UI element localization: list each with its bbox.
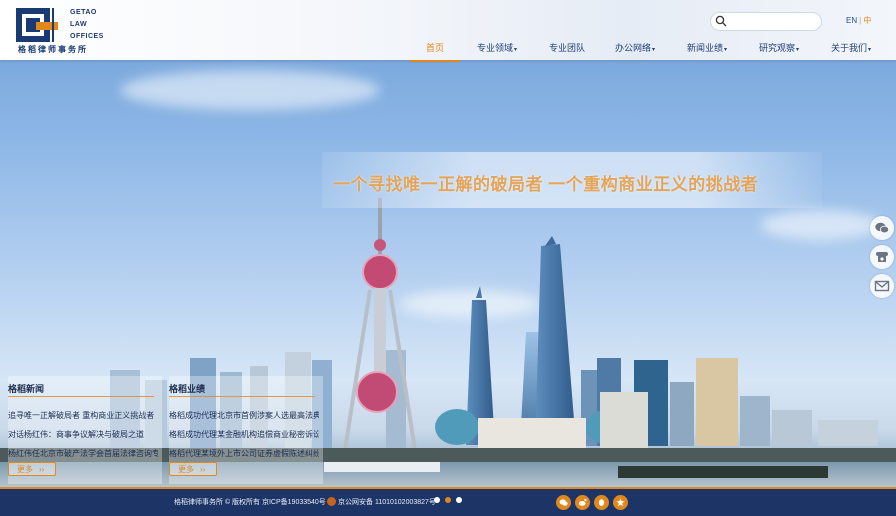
more-label: 更多	[178, 465, 194, 474]
caret-down-icon: ▾	[724, 47, 728, 53]
logo-chinese-name: 格稻律师事务所	[18, 45, 88, 54]
carousel-dot-2[interactable]	[445, 497, 451, 503]
news-more-button[interactable]: 更多 ››	[8, 462, 56, 476]
star-icon	[616, 498, 625, 507]
search-box[interactable]	[710, 12, 822, 31]
cases-panel-title: 格稻业绩	[169, 384, 206, 394]
caret-down-icon: ▾	[796, 47, 800, 53]
caret-down-icon: ▾	[652, 47, 656, 53]
nav-label: 关于我们	[830, 43, 867, 53]
side-wechat-button[interactable]	[870, 216, 894, 240]
wechat-icon	[559, 499, 568, 506]
footer-weibo-button[interactable]	[575, 495, 590, 510]
footer-wechat-button[interactable]	[556, 495, 571, 510]
logo-mark-icon	[16, 8, 58, 42]
wechat-icon	[875, 222, 890, 234]
nav-about[interactable]: 关于我们▾	[826, 40, 876, 60]
lang-zh-link[interactable]: 中	[863, 16, 871, 25]
caret-down-icon: ▾	[868, 47, 872, 53]
hero-slogan: 一个寻找唯一正解的破局者 一个重构商业正义的挑战者	[333, 175, 759, 194]
police-badge-icon	[327, 497, 336, 506]
search-input[interactable]	[731, 14, 819, 29]
news-item[interactable]: 追寻唯一正解破局者 重构商业正义挑战者	[8, 410, 158, 421]
weibo-icon	[578, 498, 587, 506]
footer-qq-button[interactable]	[594, 495, 609, 510]
panel-divider	[169, 396, 315, 397]
nav-label: 专业领域	[476, 43, 513, 53]
footer-copyright[interactable]: 格稻律师事务所 © 版权所有 京ICP备19033540号	[174, 497, 326, 507]
lang-en-link[interactable]: EN	[846, 16, 857, 25]
news-item[interactable]: 杨红伟任北京市破产法学会首届法律咨询专家	[8, 448, 158, 459]
double-chevron-right-icon: ››	[200, 465, 206, 474]
site-header: GETAO LAW OFFICES 格稻律师事务所 EN | 中 首页 专业领域▾ …	[0, 0, 896, 62]
news-panel: 格稻新闻 追寻唯一正解破局者 重构商业正义挑战者 对话杨红伟：商事争议解决与破局…	[8, 376, 162, 484]
case-item[interactable]: 格稻成功代理北京市首例涉案人选最高法典型案例	[169, 410, 319, 421]
nav-home[interactable]: 首页	[410, 40, 460, 62]
nav-practice-areas[interactable]: 专业领域▾	[472, 40, 522, 60]
carousel-dot-1[interactable]	[434, 497, 440, 503]
nav-research[interactable]: 研究观察▾	[754, 40, 804, 60]
footer-favorite-button[interactable]	[613, 495, 628, 510]
language-switch: EN | 中	[846, 15, 871, 26]
footer-police-record[interactable]: 京公网安备 11010102003827号	[338, 497, 436, 507]
cases-panel: 格稻业绩 格稻成功代理北京市首例涉案人选最高法典型案例 格稻成功代理某金融机构追…	[169, 376, 323, 484]
side-mail-button[interactable]	[870, 274, 894, 298]
logo-line-1: GETAO	[70, 9, 97, 16]
more-label: 更多	[17, 465, 33, 474]
nav-label: 办公网络	[614, 43, 651, 53]
caret-down-icon: ▾	[514, 47, 518, 53]
phone-icon	[876, 252, 888, 262]
panel-divider	[8, 396, 154, 397]
cases-more-button[interactable]: 更多 ››	[169, 462, 217, 476]
qq-icon	[598, 499, 605, 506]
logo-line-3: OFFICES	[70, 33, 104, 40]
side-phone-button[interactable]	[870, 245, 894, 269]
case-item[interactable]: 格稻成功代理某金融机构追偿商业秘密诉讼案	[169, 429, 319, 440]
lang-separator: |	[859, 16, 862, 25]
nav-offices[interactable]: 办公网络▾	[610, 40, 660, 60]
news-panel-title: 格稻新闻	[8, 384, 45, 394]
nav-label: 新闻业绩	[686, 43, 723, 53]
nav-label: 首页	[425, 43, 444, 53]
firm-logo[interactable]: GETAO LAW OFFICES 格稻律师事务所	[16, 8, 106, 54]
news-item[interactable]: 对话杨红伟：商事争议解决与破局之道	[8, 429, 158, 440]
nav-news[interactable]: 新闻业绩▾	[682, 40, 732, 60]
logo-line-2: LAW	[70, 21, 88, 28]
carousel-dot-3[interactable]	[456, 497, 462, 503]
search-icon[interactable]	[715, 15, 727, 27]
nav-team[interactable]: 专业团队	[542, 40, 592, 60]
nav-label: 专业团队	[548, 43, 585, 53]
mail-icon	[874, 280, 890, 292]
double-chevron-right-icon: ››	[39, 465, 45, 474]
case-item[interactable]: 格稻代理某境外上市公司证券虚假陈述纠纷	[169, 448, 319, 459]
nav-label: 研究观察	[758, 43, 795, 53]
